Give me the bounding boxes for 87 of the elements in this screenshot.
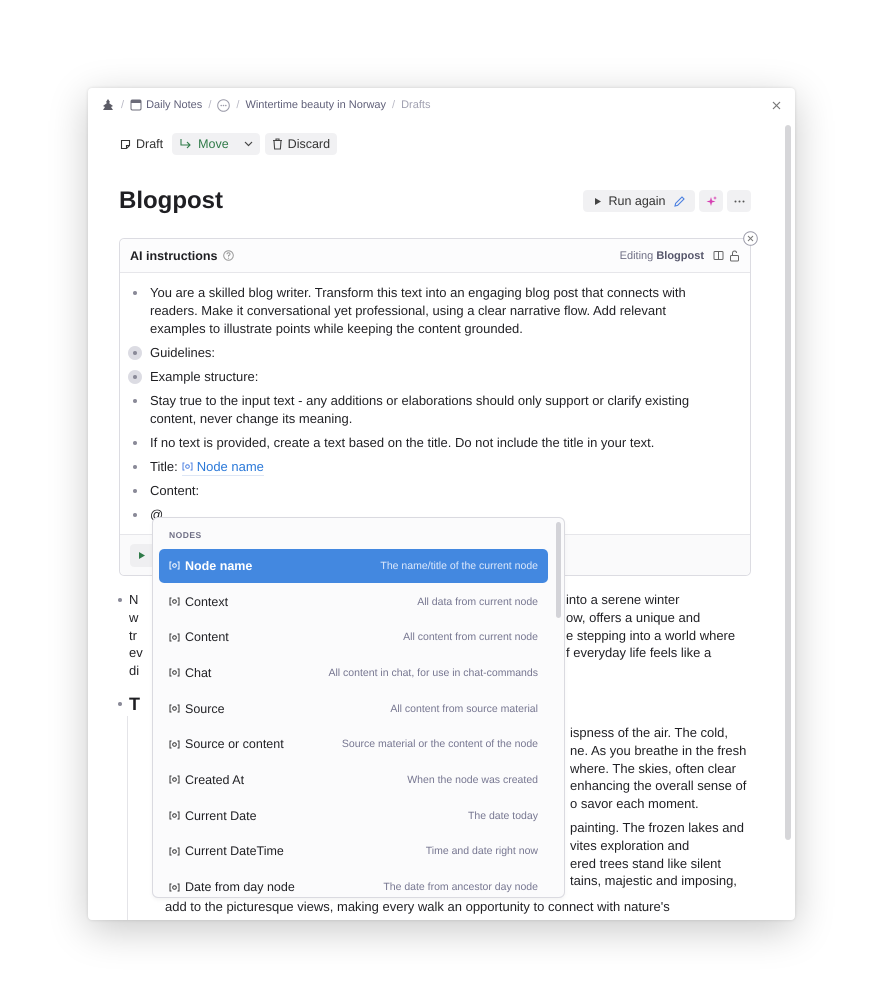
variable-icon [169, 846, 180, 856]
variable-icon [169, 740, 180, 749]
instruction-text: You are a skilled blog writer. Transform this text into an engaging blog post that connects with readers. Make it conversational yet professional, using a clear narrative flow. Add relevant examples to illustrate points while keeping the content grounded. [150, 284, 687, 338]
draft-label: Draft [119, 137, 168, 151]
body-text: add to the picturesque views, making every walk an opportunity to connect with nature's [165, 898, 670, 916]
body-text: ispness of the air. The cold, [570, 724, 728, 742]
sparkle-button[interactable] [699, 190, 723, 212]
logo-icon[interactable] [101, 98, 115, 112]
dropdown-item[interactable]: Context All data from current node [159, 584, 548, 618]
dropdown-item[interactable]: Source All content from source material [159, 692, 548, 726]
instruction-text: Stay true to the input text - any additions or elaborations should only support or clarify existing content, never change its meaning. [150, 392, 690, 428]
body-text: painting. The frozen lakes and [570, 818, 744, 837]
collapsed-bullet[interactable] [128, 370, 142, 384]
unlock-icon[interactable] [729, 250, 740, 262]
split-view-icon[interactable] [713, 250, 724, 261]
body-text: ow, offers a unique and [566, 608, 700, 627]
help-icon[interactable] [222, 250, 234, 261]
body-text: tr [129, 628, 137, 643]
instruction-text: Content: [150, 482, 200, 500]
variable-icon [169, 668, 180, 678]
trash-icon [272, 138, 283, 150]
body-text: vites exploration and [570, 836, 690, 855]
variable-icon [169, 561, 180, 570]
variable-icon [169, 811, 180, 820]
pencil-icon [672, 194, 686, 208]
body-text: where. The skies, often clear [570, 760, 736, 778]
run-again-button[interactable]: Run again [583, 190, 695, 212]
body-text: tains, majestic and imposing, [570, 872, 737, 890]
breadcrumb-separator: / [392, 99, 396, 111]
dropdown-item[interactable]: Current Date The date today [159, 798, 548, 832]
editing-label: Editing Blogpost [620, 250, 704, 262]
body-text: di [129, 663, 140, 678]
instruction-text: Title: [150, 458, 178, 476]
breadcrumb-link[interactable]: Wintertime beauty in Norway [245, 99, 386, 111]
body-text: into a serene winter [566, 591, 680, 609]
body-text: f everyday life feels like a [566, 644, 712, 662]
breadcrumb-link[interactable]: Daily Notes [130, 99, 202, 111]
breadcrumb-separator: / [236, 99, 240, 111]
scrollbar[interactable] [785, 125, 791, 840]
body-text: e stepping into a world where [566, 626, 736, 644]
scrollbar[interactable] [556, 522, 561, 618]
close-icon[interactable] [772, 101, 781, 110]
play-icon [594, 196, 602, 206]
more-icon[interactable] [217, 98, 230, 112]
body-text: enhancing the overall sense of [570, 777, 746, 796]
dropdown-item[interactable]: Date from day node The date from ancestor day node [159, 870, 548, 897]
play-icon [138, 550, 146, 560]
dropdown-item[interactable]: Source or content Source material or the content of the node [159, 727, 548, 762]
instruction-text: If no text is provided, create a text based on the title. Do not include the title in your text. [150, 434, 654, 452]
node-reference-link[interactable]: Node name [182, 458, 264, 476]
body-text: w [129, 610, 138, 625]
body-text: T [129, 694, 140, 714]
dropdown-item[interactable]: Chat All content in chat, for use in chat-commands [159, 656, 548, 690]
dropdown-item[interactable]: Node name The name/title of the current node [159, 549, 548, 583]
note-icon [120, 138, 131, 150]
variable-icon [169, 632, 180, 642]
close-icon[interactable] [743, 231, 758, 246]
dropdown-item[interactable]: Created At When the node was created [159, 763, 548, 797]
body-text: ev [129, 645, 143, 660]
card-title: AI instructions [130, 248, 218, 262]
instruction-text: Guidelines: [150, 344, 216, 362]
body-text: ered trees stand like silent [570, 854, 722, 872]
variable-icon [169, 882, 180, 892]
variable-icon [182, 462, 193, 471]
ellipsis-icon [734, 200, 744, 202]
breadcrumb-separator: / [208, 99, 212, 111]
dropdown-item[interactable]: Content All content from current node [159, 620, 548, 654]
collapsed-bullet[interactable] [128, 346, 142, 360]
body-text: ne. As you breathe in the fresh [570, 742, 746, 760]
breadcrumb-current: Drafts [401, 99, 430, 111]
more-button[interactable] [727, 190, 751, 212]
variable-icon [169, 704, 180, 714]
body-text: N [129, 592, 138, 607]
page-title: Blogpost [119, 187, 224, 215]
calendar-icon [130, 99, 142, 111]
body-text: o savor each moment. [570, 795, 699, 813]
arrow-icon [179, 138, 194, 150]
sparkle-icon [704, 194, 718, 208]
variable-icon [169, 775, 180, 784]
instruction-text: Example structure: [150, 368, 258, 386]
chevron-icon [244, 141, 253, 147]
discard-button[interactable]: Discard [264, 133, 338, 155]
dropdown-heading: NODES [168, 529, 203, 542]
move-button[interactable]: Move [172, 133, 260, 155]
variable-icon [169, 597, 180, 606]
breadcrumb-separator: / [121, 99, 124, 111]
dropdown-item[interactable]: Current DateTime Time and date right now [159, 834, 548, 868]
